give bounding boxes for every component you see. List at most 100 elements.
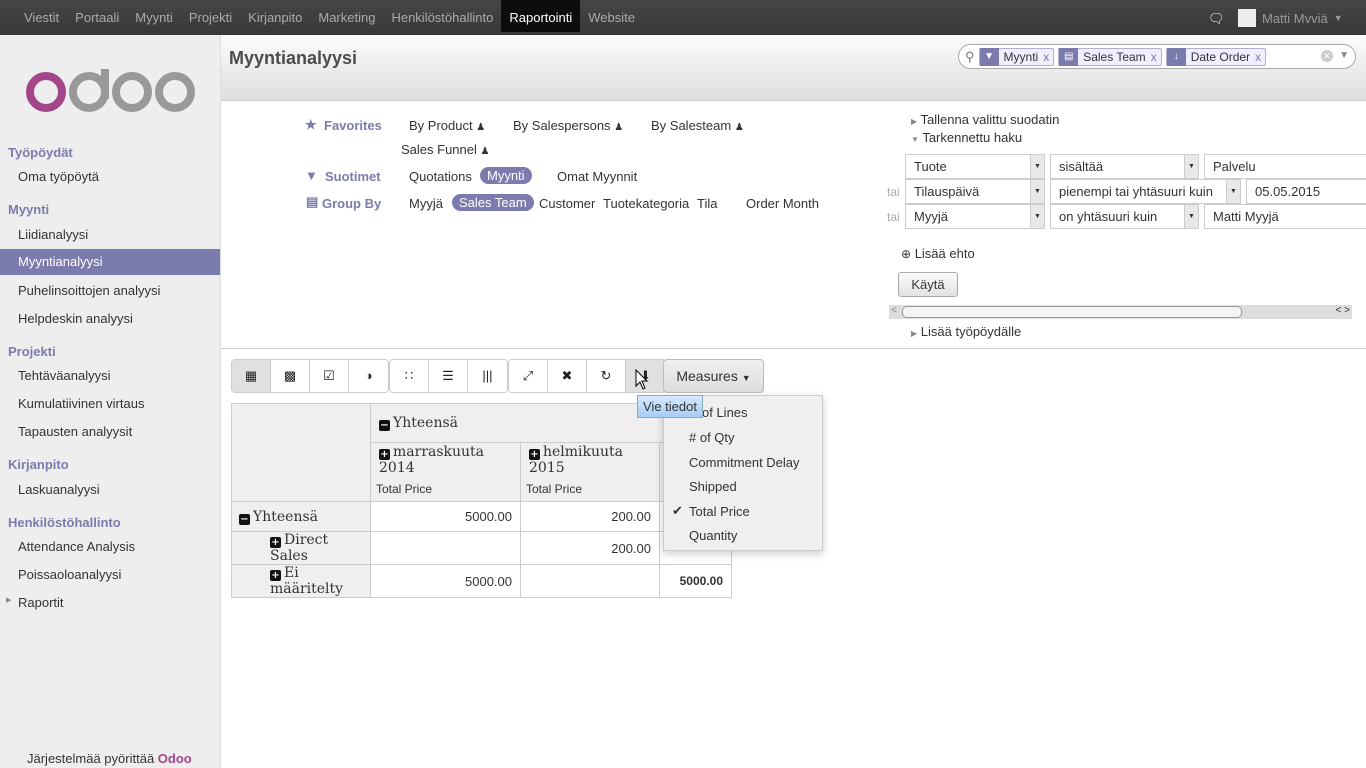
filter-icon: ▼	[305, 168, 318, 183]
or-label: tai	[887, 185, 900, 199]
condition-operator-select[interactable]: pienempi tai yhtäsuuri kuin ▼	[1050, 179, 1241, 204]
filter-omat-myynnit[interactable]: Omat Myynnit	[557, 169, 637, 184]
dropdown-arrow-icon: ▼	[1030, 180, 1044, 203]
chat-icon[interactable]: 🗨	[1208, 11, 1225, 27]
menu-website[interactable]: Website	[580, 0, 643, 32]
pivot-table: − Yhteensä + marraskuuta 2014 + helmikuuta …	[231, 403, 732, 598]
sidebar-item-kumulatiivinen-virtaus[interactable]: Kumulatiivinen virtaus	[0, 391, 220, 417]
corner-cell	[231, 403, 371, 502]
menu-viestit[interactable]: Viestit	[16, 0, 67, 32]
sidebar-item-raportit[interactable]: Raportit	[0, 590, 220, 616]
save-filter-toggle[interactable]: ▶ Tallenna valittu suodatin	[911, 112, 1059, 127]
groupby-tuotekategoria[interactable]: Tuotekategoria	[603, 196, 689, 211]
condition-operator-select[interactable]: on yhtäsuuri kuin ▼	[1050, 204, 1199, 229]
groupby-order-month[interactable]: Order Month	[746, 196, 819, 211]
favorite-by-salesteam[interactable]: By Salesteam ♟	[651, 118, 744, 133]
bar-chart-button[interactable]: ▩	[271, 360, 310, 392]
refresh-icon: ↻	[600, 368, 612, 383]
columns-button[interactable]: |||	[468, 360, 507, 392]
filter-quotations[interactable]: Quotations	[409, 169, 472, 184]
sidebar-item-myyntianalyysi[interactable]: Myyntianalyysi	[0, 249, 220, 275]
scroll-left-icon[interactable]: <	[891, 305, 897, 316]
measure-item-lines[interactable]: of Lines	[702, 405, 748, 420]
condition-value-input[interactable]: 05.05.2015	[1246, 179, 1366, 204]
favorite-by-salespersons[interactable]: By Salespersons ♟	[513, 118, 623, 133]
facet-remove[interactable]: x	[1043, 50, 1053, 64]
col-header[interactable]: + helmikuuta 2015	[520, 442, 660, 477]
powered-brand-link[interactable]: Odoo	[158, 751, 192, 766]
col-header[interactable]: + marraskuuta 2014	[370, 442, 521, 477]
sidebar-item-tehtavaanalyysi[interactable]: Tehtäväanalyysi	[0, 363, 220, 389]
odoo-logo	[26, 69, 195, 112]
add-to-dashboard-toggle[interactable]: ▶ Lisää työpöydälle	[911, 324, 1021, 339]
measure-item-total-price[interactable]: Total Price	[689, 504, 750, 519]
grid-button[interactable]: ∷	[390, 360, 429, 392]
measure-item-qty[interactable]: # of Qty	[689, 430, 735, 445]
search-options-toggle[interactable]: ▼	[1339, 50, 1349, 61]
reload-button[interactable]: ↻	[587, 360, 626, 392]
condition-field-select[interactable]: Myyjä ▼	[905, 204, 1045, 229]
facet-remove[interactable]: x	[1255, 50, 1265, 64]
sidebar-item-oma-tyopoyta[interactable]: Oma työpöytä	[0, 164, 220, 190]
table-row: − Yhteensä 5000.00 200.00	[231, 501, 732, 532]
sidebar-item-puhelinsoittojen-analyysi[interactable]: Puhelinsoittojen analyysi	[0, 278, 220, 304]
menu-henkilostohallinto[interactable]: Henkilöstöhallinto	[383, 0, 501, 32]
row-header[interactable]: + Direct Sales	[231, 531, 371, 565]
fullscreen-button[interactable]: ✖	[548, 360, 587, 392]
filter-myynti[interactable]: Myynti	[480, 167, 532, 184]
filters-label: Suotimet	[325, 169, 381, 184]
measure-item-quantity[interactable]: Quantity	[689, 528, 737, 543]
condition-field-select[interactable]: Tuote ▼	[905, 154, 1045, 179]
row-header[interactable]: + Ei määritelty	[231, 564, 371, 598]
sidebar-item-laskuanalyysi[interactable]: Laskuanalyysi	[0, 477, 220, 503]
section-myynti: Myynti	[8, 202, 50, 217]
half-circle-icon: ◑	[364, 368, 373, 383]
groupby-customer[interactable]: Customer	[539, 196, 595, 211]
list-button[interactable]: ☰	[429, 360, 468, 392]
condition-value-input[interactable]: Matti Myyjä	[1204, 204, 1366, 229]
favorite-by-product[interactable]: By Product ♟	[409, 118, 485, 133]
clear-search-icon[interactable]: ✕	[1321, 50, 1333, 62]
advanced-search-toggle[interactable]: ▼ Tarkennettu haku	[911, 130, 1022, 145]
menu-kirjanpito[interactable]: Kirjanpito	[240, 0, 310, 32]
user-menu[interactable]: Matti Mvviä ▼	[1238, 9, 1343, 27]
scroll-arrows-icon[interactable]: < >	[1336, 305, 1350, 316]
measures-dropdown-button[interactable]: Measures ▼	[663, 359, 764, 393]
pivot-table-button[interactable]: ▦	[232, 360, 271, 392]
menu-portaali[interactable]: Portaali	[67, 0, 127, 32]
menu-raportointi[interactable]: Raportointi	[501, 0, 581, 32]
powered-text: Järjestelmää pyörittää	[27, 751, 155, 766]
condition-operator-select[interactable]: sisältää ▼	[1050, 154, 1199, 179]
row-header[interactable]: − Yhteensä	[231, 501, 371, 532]
pie-chart-button[interactable]: ◑	[349, 360, 388, 392]
add-condition-button[interactable]: ⊕ Lisää ehto	[901, 246, 975, 261]
check-button[interactable]: ☑	[310, 360, 349, 392]
sidebar-item-poissaoloanalyysi[interactable]: Poissaoloanalyysi	[0, 562, 220, 588]
facet-remove[interactable]: x	[1151, 50, 1161, 64]
scrollbar-thumb[interactable]	[902, 306, 1242, 318]
horizontal-scrollbar[interactable]: < < >	[889, 305, 1352, 319]
search-bar[interactable]: ⚲ ▼ Myynti x ▤ Sales Team x ↓ Date Order x ✕ ▼	[958, 44, 1356, 69]
save-filter-label: Tallenna valittu suodatin	[920, 112, 1060, 127]
favorite-sales-funnel[interactable]: Sales Funnel ♟	[401, 142, 489, 157]
menu-myynti[interactable]: Myynti	[127, 0, 181, 32]
fullscreen-icon: ✖	[561, 368, 573, 383]
view-header: Myyntianalyysi ⚲ ▼ Myynti x ▤ Sales Team x ↓…	[221, 35, 1366, 101]
sidebar-item-liidianalyysi[interactable]: Liidianalyysi	[0, 222, 220, 248]
expand-button[interactable]: ⤢	[509, 360, 548, 392]
condition-field-select[interactable]: Tilauspäivä ▼	[905, 179, 1045, 204]
groupby-myyja[interactable]: Myyjä	[409, 196, 443, 211]
groupby-sales-team[interactable]: Sales Team	[452, 194, 534, 211]
filter-icon: ▼	[979, 47, 999, 66]
measure-item-shipped[interactable]: Shipped	[689, 479, 737, 494]
sidebar-item-attendance-analysis[interactable]: Attendance Analysis	[0, 534, 220, 560]
menu-projekti[interactable]: Projekti	[181, 0, 240, 32]
condition-value-input[interactable]: Palvelu	[1204, 154, 1366, 179]
menu-marketing[interactable]: Marketing	[310, 0, 383, 32]
apply-button[interactable]: Käytä	[898, 272, 958, 297]
sidebar-item-helpdeskin-analyysi[interactable]: Helpdeskin analyysi	[0, 306, 220, 332]
database-icon: ▤	[1059, 47, 1079, 66]
sidebar-item-tapausten-analyysit[interactable]: Tapausten analyysit	[0, 419, 220, 445]
groupby-tila[interactable]: Tila	[697, 196, 717, 211]
measure-item-commitment-delay[interactable]: Commitment Delay	[689, 455, 800, 470]
